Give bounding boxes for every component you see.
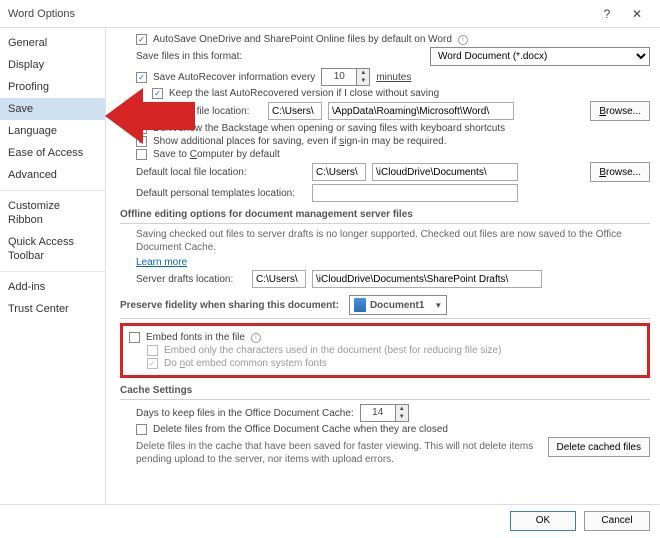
sidebar-item-customize-ribbon[interactable]: Customize Ribbon [0,195,105,231]
sidebar-item-trust-center[interactable]: Trust Center [0,298,105,320]
label-embed-fonts: Embed fonts in the file [146,332,245,343]
help-button[interactable]: ? [592,0,622,27]
label-save-computer: Save to Computer by default [153,149,280,160]
spinner-autorecover-minutes[interactable]: 10 ▲▼ [321,68,370,86]
sidebar-item-ease-of-access[interactable]: Ease of Access [0,142,105,164]
section-offline-editing: Offline editing options for document man… [120,206,650,224]
input-default-templates[interactable] [312,184,518,202]
cache-days-value[interactable]: 14 [360,404,396,422]
sidebar-item-language[interactable]: Language [0,120,105,142]
browse-button-autorecover[interactable]: Browse... [590,101,650,121]
checkbox-save-computer[interactable] [136,149,147,160]
checkbox-embed-fonts[interactable] [129,332,140,343]
sidebar-separator [0,190,105,191]
titlebar: Word Options ? ✕ [0,0,660,28]
spinner-up-icon[interactable]: ▲ [396,405,408,413]
fidelity-doc-name: Document1 [370,300,424,311]
label-default-local: Default local file location: [136,167,306,178]
browse-button-default-local[interactable]: Browse... [590,162,650,182]
sidebar-item-save[interactable]: Save [0,98,105,120]
section-cache-settings: Cache Settings [120,382,650,400]
input-default-local-a[interactable] [312,163,366,181]
close-button[interactable]: ✕ [622,0,652,27]
chevron-down-icon: ▼ [434,301,442,310]
sidebar-item-general[interactable]: General [0,32,105,54]
window-title: Word Options [8,8,592,20]
sidebar: General Display Proofing Save Language E… [0,28,106,504]
cache-delete-note: Delete files in the cache that have been… [136,440,542,466]
label-delete-closed: Delete files from the Office Document Ca… [153,424,448,435]
checkbox-embed-chars [147,345,158,356]
label-backstage: Don't show the Backstage when opening or… [153,123,505,134]
input-autorecover-loc-a[interactable] [268,102,322,120]
delete-cached-files-button[interactable]: Delete cached files [548,437,651,457]
input-default-local-b[interactable] [372,163,518,181]
label-default-templates: Default personal templates location: [136,188,306,199]
sidebar-item-display[interactable]: Display [0,54,105,76]
select-save-format[interactable]: Word Document (*.docx) [430,47,650,66]
checkbox-autorecover[interactable] [136,72,147,83]
input-autorecover-loc-b[interactable] [328,102,514,120]
autorecover-value[interactable]: 10 [321,68,357,86]
input-server-drafts-b[interactable] [312,270,542,288]
label-minutes: minutes [376,72,411,83]
sidebar-item-add-ins[interactable]: Add-ins [0,276,105,298]
sidebar-item-quick-access-toolbar[interactable]: Quick Access Toolbar [0,231,105,267]
sidebar-item-advanced[interactable]: Advanced [0,164,105,186]
label-no-common-fonts: Do not embed common system fonts [164,358,327,369]
learn-more-link[interactable]: Learn more [136,257,187,268]
offline-note: Saving checked out files to server draft… [136,228,650,254]
label-embed-chars: Embed only the characters used in the do… [164,345,501,356]
select-fidelity-document[interactable]: Document1 ▼ [349,295,447,315]
sidebar-separator [0,271,105,272]
label-keep-last: Keep the last AutoRecovered version if I… [169,88,439,99]
label-autorecover-loc: AutoRecover file location: [136,106,262,117]
label-autorecover-pre: Save AutoRecover information every [153,72,315,83]
checkbox-keep-last[interactable] [152,88,163,99]
highlight-embed-fonts-section: Embed fonts in the file i Embed only the… [120,323,650,378]
info-icon[interactable]: i [251,333,261,343]
checkbox-backstage[interactable] [136,123,147,134]
checkbox-delete-closed[interactable] [136,424,147,435]
content-panel: AutoSave OneDrive and SharePoint Online … [106,28,660,504]
cancel-button[interactable]: Cancel [584,511,650,531]
dialog-footer: OK Cancel [0,504,660,536]
label-preserve-fidelity: Preserve fidelity when sharing this docu… [120,300,339,311]
label-cache-days: Days to keep files in the Office Documen… [136,408,354,419]
label-save-format: Save files in this format: [136,51,242,62]
input-server-drafts-a[interactable] [252,270,306,288]
info-icon[interactable]: i [458,35,468,45]
spinner-up-icon[interactable]: ▲ [357,69,369,77]
label-show-additional: Show additional places for saving, even … [153,136,447,147]
checkbox-autosave[interactable] [136,34,147,45]
label-server-drafts: Server drafts location: [136,274,246,285]
spinner-cache-days[interactable]: 14 ▲▼ [360,404,409,422]
spinner-down-icon[interactable]: ▼ [396,413,408,421]
section-preserve-fidelity: Preserve fidelity when sharing this docu… [120,292,650,319]
sidebar-item-proofing[interactable]: Proofing [0,76,105,98]
ok-button[interactable]: OK [510,511,576,531]
label-autosave: AutoSave OneDrive and SharePoint Online … [153,34,452,45]
checkbox-show-additional[interactable] [136,136,147,147]
spinner-down-icon[interactable]: ▼ [357,77,369,85]
checkbox-no-common-fonts [147,358,158,369]
word-document-icon [354,298,366,312]
